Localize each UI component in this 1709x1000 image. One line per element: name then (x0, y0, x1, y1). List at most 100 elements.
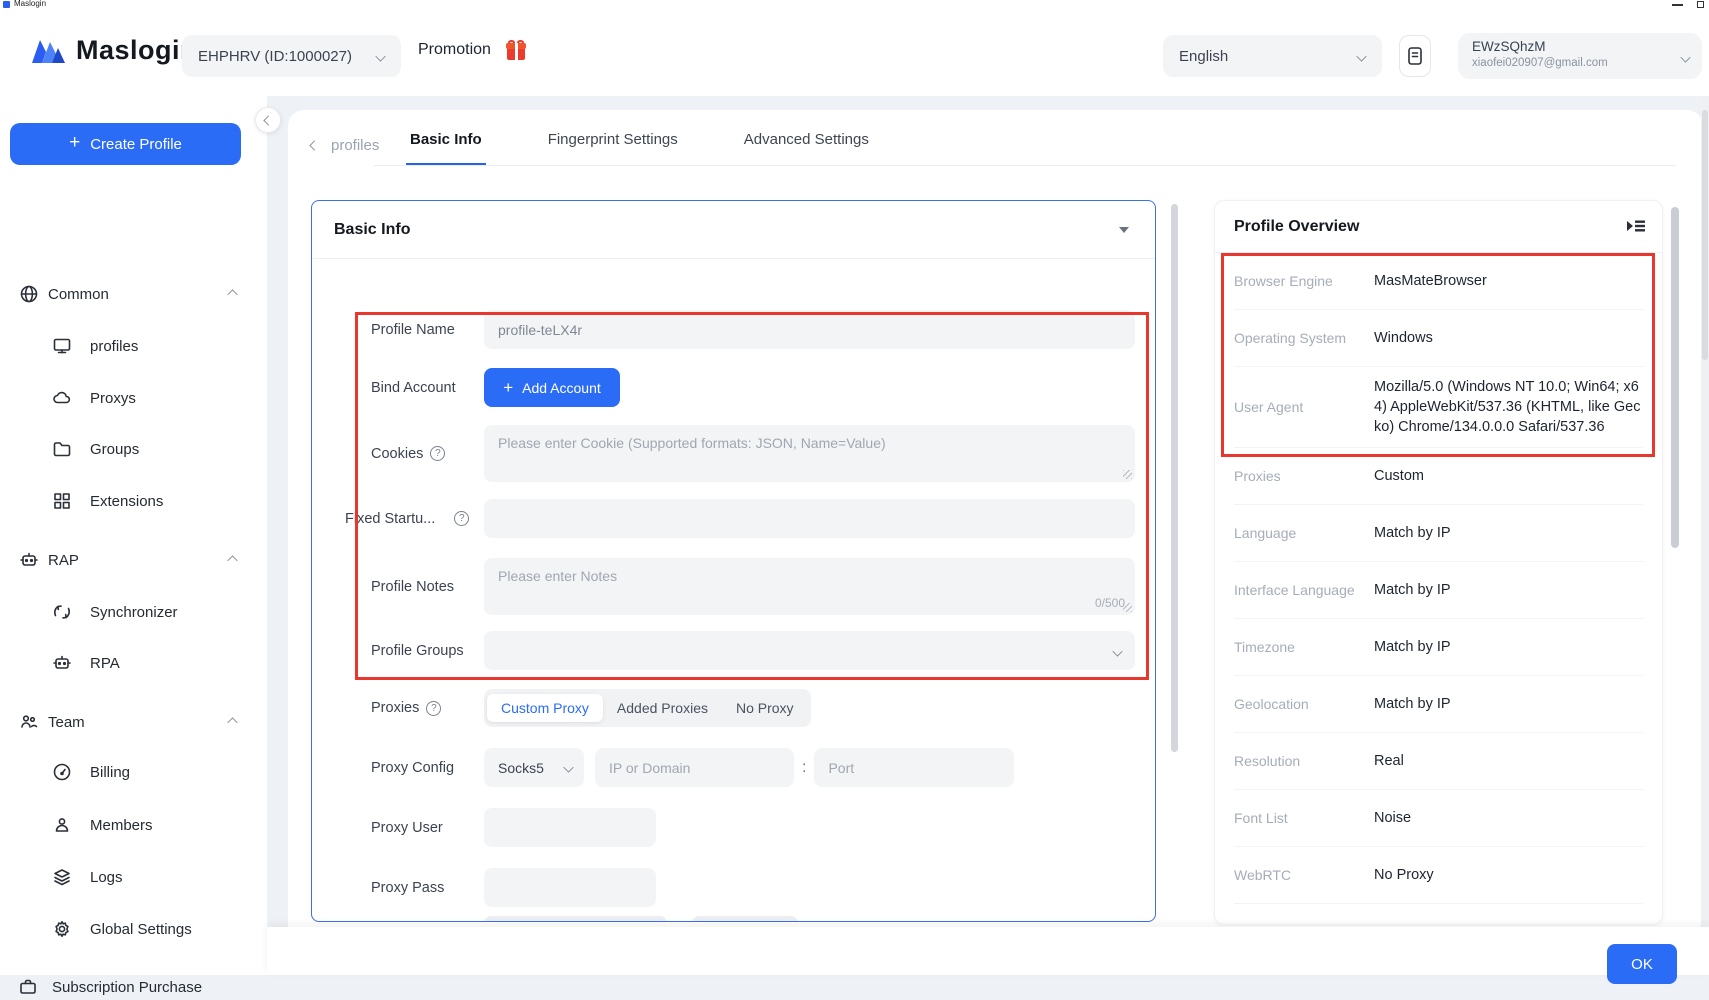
chevron-down-icon (1680, 52, 1690, 62)
tab-bar: Basic Info Fingerprint Settings Advanced… (406, 122, 873, 166)
tab-basic-info[interactable]: Basic Info (406, 122, 486, 166)
team-icon (19, 712, 39, 732)
sidebar-item-label: Global Settings (90, 921, 192, 938)
overview-row: ResolutionReal (1234, 733, 1643, 790)
language-selector[interactable]: English (1163, 35, 1382, 77)
help-icon[interactable]: ? (426, 701, 441, 716)
proxy-ip-input[interactable] (595, 748, 794, 787)
sidebar-item-groups[interactable]: Groups (0, 436, 267, 462)
sidebar-section-team[interactable]: Team (0, 709, 267, 735)
add-account-button[interactable]: + Add Account (484, 368, 620, 407)
breadcrumb[interactable]: profiles (310, 137, 379, 154)
proxy-mode-none[interactable]: No Proxy (722, 694, 808, 722)
resize-handle-icon[interactable] (1123, 470, 1132, 479)
overview-row-label: User Agent (1234, 399, 1374, 415)
overview-scrollbar-thumb[interactable] (1671, 207, 1679, 548)
globe-icon (19, 284, 39, 304)
proxies-label: Proxies ? (371, 689, 441, 727)
profile-notes-row: Profile Notes 0/500 (312, 558, 1155, 615)
proxy-user-input[interactable] (484, 808, 656, 847)
clipped-next-row (484, 916, 667, 922)
overview-row-label: WebRTC (1234, 867, 1374, 883)
window-maximize-icon[interactable] (1697, 1, 1704, 8)
overview-row-label: Resolution (1234, 753, 1374, 769)
panel-collapse-icon[interactable] (1627, 219, 1645, 233)
overview-row-value: Windows (1374, 328, 1643, 348)
sidebar-section-common[interactable]: Common (0, 281, 267, 307)
sidebar-item-logs[interactable]: Logs (0, 864, 267, 890)
help-icon[interactable]: ? (454, 511, 469, 526)
sidebar-item-global-settings[interactable]: Global Settings (0, 916, 267, 942)
sidebar-item-subscription-purchase[interactable]: Subscription Purchase (0, 974, 267, 1000)
chevron-up-icon (227, 717, 237, 727)
profile-notes-textarea[interactable] (484, 558, 1135, 615)
window-scrollbar (1701, 96, 1709, 975)
language-value: English (1179, 48, 1228, 65)
chevron-up-icon (227, 289, 237, 299)
window-title-bar: Maslogin (0, 0, 1709, 9)
sidebar-section-rap[interactable]: RAP (0, 547, 267, 573)
proxy-pass-input[interactable] (484, 868, 656, 907)
overview-row: TimezoneMatch by IP (1234, 619, 1643, 676)
sidebar-item-proxys[interactable]: Proxys (0, 385, 267, 411)
proxy-protocol-value: Socks5 (498, 760, 544, 776)
sidebar-item-extensions[interactable]: Extensions (0, 488, 267, 514)
sidebar-section-label: RAP (48, 552, 79, 569)
proxy-pass-row: Proxy Pass (312, 868, 1155, 907)
create-profile-button[interactable]: + Create Profile (10, 123, 241, 165)
robot-icon (19, 550, 39, 570)
overview-row-label: Language (1234, 525, 1374, 541)
ok-button[interactable]: OK (1607, 944, 1677, 984)
help-icon[interactable]: ? (430, 446, 445, 461)
overview-row-label: Interface Language (1234, 582, 1374, 598)
basic-info-card: Basic Info Profile Name Bind Account + A… (311, 200, 1156, 922)
create-profile-label: Create Profile (90, 136, 182, 153)
account-email: xiaofei020907@gmail.com (1472, 56, 1674, 71)
promotion-link[interactable]: Promotion (418, 41, 491, 59)
window-scrollbar-thumb[interactable] (1702, 110, 1708, 360)
docs-button[interactable] (1399, 35, 1431, 77)
sidebar-item-label: Billing (90, 764, 130, 781)
breadcrumb-label: profiles (331, 137, 379, 154)
main-scrollbar-thumb[interactable] (1171, 204, 1178, 752)
robot-icon (52, 653, 72, 673)
sidebar: + Create Profile Common profiles Proxys … (0, 96, 267, 975)
chevron-down-icon (1112, 646, 1122, 656)
sidebar-item-rpa[interactable]: RPA (0, 650, 267, 676)
resize-handle-icon[interactable] (1123, 603, 1132, 612)
back-icon (309, 140, 319, 150)
window-title: Maslogin (14, 0, 46, 8)
proxy-protocol-select[interactable]: Socks5 (484, 748, 584, 787)
chevron-down-icon (375, 51, 385, 61)
proxy-port-input[interactable] (814, 748, 1014, 787)
proxy-user-row: Proxy User (312, 808, 1155, 847)
cookies-label: Cookies ? (371, 425, 445, 482)
sidebar-item-billing[interactable]: Billing (0, 759, 267, 785)
fixed-startup-input[interactable] (484, 499, 1135, 538)
cookies-textarea[interactable] (484, 425, 1135, 482)
profile-groups-select[interactable] (484, 631, 1135, 670)
overview-row: Browser EngineMasMateBrowser (1234, 253, 1643, 310)
profile-overview-card: Profile Overview Browser EngineMasMateBr… (1214, 200, 1663, 925)
overview-row-value: Custom (1374, 466, 1643, 486)
sidebar-item-profiles[interactable]: profiles (0, 333, 267, 359)
sidebar-item-members[interactable]: Members (0, 812, 267, 838)
section-title: Basic Info (334, 221, 410, 239)
window-minimize-icon[interactable] (1672, 4, 1683, 6)
proxy-user-label: Proxy User (371, 808, 443, 847)
overview-row-label: Proxies (1234, 468, 1374, 484)
workspace-selector[interactable]: EHPHRV (ID:1000027) (182, 35, 401, 77)
proxy-mode-added[interactable]: Added Proxies (603, 694, 722, 722)
tab-advanced-settings[interactable]: Advanced Settings (740, 122, 873, 166)
sidebar-collapse-button[interactable] (255, 107, 281, 133)
collapse-section-icon[interactable] (1119, 227, 1129, 233)
sidebar-item-synchronizer[interactable]: Synchronizer (0, 599, 267, 625)
account-menu[interactable]: EWzSQhzM xiaofei020907@gmail.com (1458, 33, 1702, 79)
profile-name-row: Profile Name (312, 310, 1155, 349)
tab-fingerprint-settings[interactable]: Fingerprint Settings (544, 122, 682, 166)
account-name: EWzSQhzM (1472, 38, 1674, 56)
overview-row-value: No Proxy (1374, 865, 1643, 885)
proxy-mode-custom[interactable]: Custom Proxy (487, 694, 603, 722)
profile-name-input[interactable] (484, 310, 1135, 349)
profile-groups-label: Profile Groups (371, 631, 464, 670)
